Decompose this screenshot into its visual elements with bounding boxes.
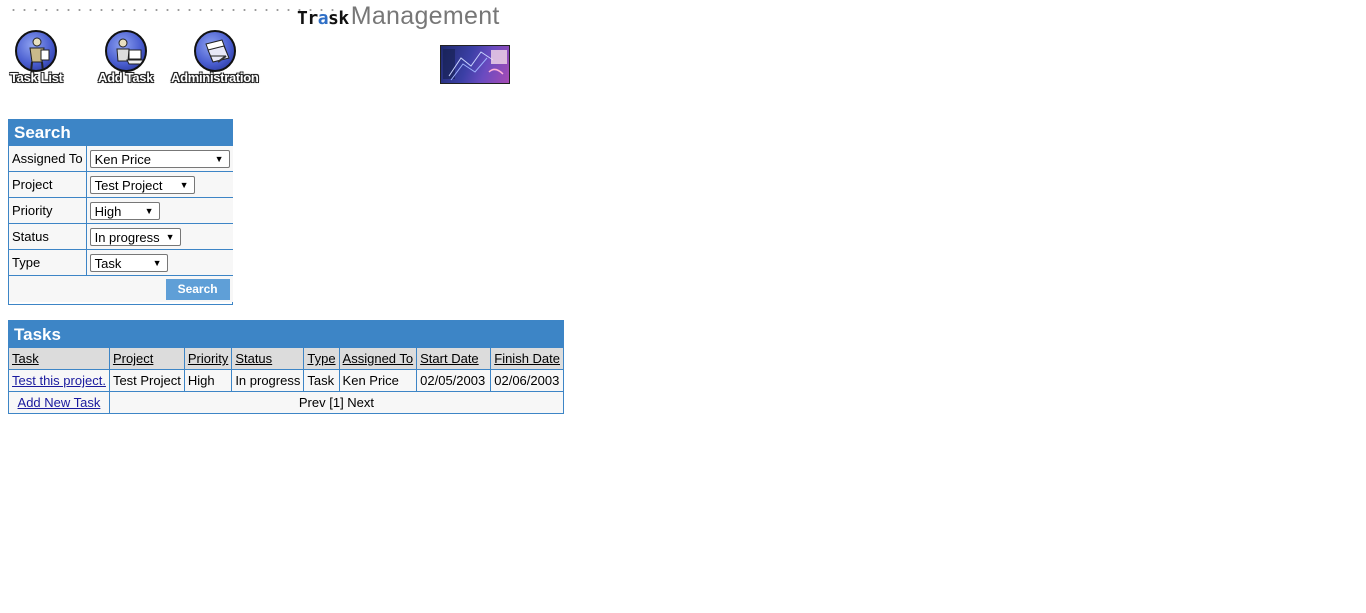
- table-cell-type: Task: [303, 369, 340, 392]
- column-header-task[interactable]: Task: [9, 348, 110, 370]
- column-header-assigned-to[interactable]: Assigned To: [338, 348, 418, 370]
- search-panel: Search Assigned To Ken Price ▼ Project Te…: [8, 119, 233, 305]
- nav-administration-label: Administration: [171, 70, 259, 85]
- nav-task-list-label: Task List: [10, 70, 63, 85]
- project-select[interactable]: Test Project ▼: [89, 175, 195, 194]
- person-computer-icon: [104, 30, 147, 72]
- dotted-divider: [8, 9, 338, 11]
- status-label: Status: [9, 223, 87, 250]
- banner-image: [440, 45, 510, 84]
- column-header-type[interactable]: Type: [303, 348, 340, 370]
- type-select[interactable]: Task ▼: [89, 253, 168, 272]
- status-select[interactable]: In progress ▼: [89, 227, 181, 246]
- table-cell-project: Test Project: [108, 369, 185, 392]
- priority-label: Priority: [9, 197, 87, 224]
- logo-task-text: Trask: [297, 8, 349, 29]
- table-cell-start-date: 02/05/2003: [416, 369, 492, 392]
- column-header-start-date[interactable]: Start Date: [416, 348, 492, 370]
- table-footer-row: Add New Task Prev [1] Next: [9, 391, 563, 413]
- table-cell-finish-date: 02/06/2003: [490, 369, 563, 392]
- column-header-finish-date[interactable]: Finish Date: [490, 348, 563, 370]
- type-label: Type: [9, 249, 87, 276]
- nav-task-list-button[interactable]: Task List: [10, 30, 63, 85]
- table-cell-status: In progress: [231, 369, 305, 392]
- add-new-task-link[interactable]: Add New Task: [18, 395, 101, 410]
- assigned-to-select[interactable]: Ken Price ▼: [89, 149, 230, 168]
- chevron-down-icon: ▼: [214, 153, 224, 164]
- logo-management-text: Management: [350, 2, 500, 30]
- table-row: Test this project. Test Project High In …: [9, 369, 563, 392]
- table-cell-priority: High: [183, 369, 233, 392]
- nav-add-task-button[interactable]: Add Task: [98, 30, 153, 85]
- search-button[interactable]: Search: [165, 278, 230, 300]
- column-header-project[interactable]: Project: [108, 348, 185, 370]
- chevron-down-icon: ▼: [152, 257, 162, 268]
- nav-administration-button[interactable]: Administration: [171, 30, 259, 85]
- project-label: Project: [9, 171, 87, 198]
- tasks-panel-title: Tasks: [9, 321, 563, 348]
- admin-papers-icon: [193, 30, 236, 72]
- search-panel-title: Search: [9, 120, 232, 146]
- column-header-priority[interactable]: Priority: [183, 348, 233, 370]
- chevron-down-icon: ▼: [165, 231, 175, 242]
- nav-add-task-label: Add Task: [98, 70, 154, 85]
- chevron-down-icon: ▼: [179, 179, 189, 190]
- tasks-table: Task Project Priority Status Type Assign…: [9, 348, 563, 413]
- tasks-panel: Tasks Task Project Priority Status Type …: [8, 320, 564, 414]
- table-cell-assigned-to: Ken Price: [338, 369, 418, 392]
- chevron-down-icon: ▼: [144, 205, 154, 216]
- table-header-row: Task Project Priority Status Type Assign…: [9, 348, 563, 370]
- column-header-status[interactable]: Status: [231, 348, 305, 370]
- task-link[interactable]: Test this project.: [12, 373, 106, 388]
- assigned-to-label: Assigned To: [9, 146, 87, 172]
- person-document-icon: [15, 30, 58, 72]
- app-logo: Trask Management: [297, 2, 500, 34]
- priority-select[interactable]: High ▼: [89, 201, 160, 220]
- search-form-table: Assigned To Ken Price ▼ Project Test Proj…: [9, 146, 233, 302]
- pager[interactable]: Prev [1] Next: [108, 391, 563, 413]
